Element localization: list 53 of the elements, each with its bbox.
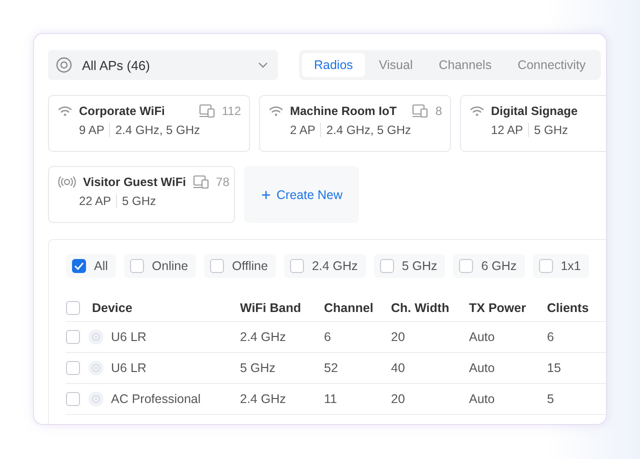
network-name: Corporate WiFi [79, 104, 166, 118]
network-name: Machine Room IoT [290, 104, 398, 118]
filter-chip[interactable]: 1x1 [532, 254, 589, 278]
table-cell-text: Auto [469, 330, 496, 344]
filter-chip[interactable]: 6 GHz [453, 254, 525, 278]
client-count: 78 [216, 175, 230, 189]
table-cell: AC Professional [111, 392, 201, 406]
table-cell-text: Auto [469, 361, 496, 375]
band-list: 5 GHz [534, 123, 568, 137]
table-cell-text: 6 [547, 330, 555, 344]
create-new-button[interactable]: Create New [244, 166, 359, 223]
network-name: Digital Signage [491, 104, 579, 118]
table-cell-text: 20 [391, 392, 406, 406]
ap-dropdown[interactable]: All APs (46) [48, 50, 278, 80]
column-header[interactable]: WiFi Band [240, 300, 324, 314]
table-cell: U6 LR [111, 361, 146, 375]
table-cell-text: 15 [547, 361, 562, 375]
network-card[interactable]: Visitor Guest WiFi 78 22 AP 5 GHz [48, 166, 235, 223]
table-cell-text: 2.4 GHz [240, 330, 287, 344]
column-header[interactable]: Device [92, 300, 240, 314]
table-cell-text: 5 [547, 392, 555, 406]
band-list: 2.4 GHz, 5 GHz [326, 123, 412, 137]
table-cell-text: 52 [324, 361, 339, 375]
filter-chip[interactable]: Online [124, 254, 196, 278]
ap-count: 12 AP [491, 123, 524, 137]
network-card[interactable]: Digital Signage 12 AP 5 GHz [460, 95, 606, 152]
band-list: 5 GHz [122, 194, 156, 208]
ap-count: 9 AP [79, 123, 104, 137]
table-cell-text: 5 GHz [240, 361, 276, 375]
band-list: 2.4 GHz, 5 GHz [115, 123, 200, 137]
ap-count: 2 AP [290, 123, 316, 137]
filter-chip[interactable]: Offline [204, 254, 276, 278]
table-cell-text: 2.4 GHz [240, 392, 287, 406]
column-header[interactable]: TX Power [469, 300, 547, 314]
table-cell-text: 20 [391, 330, 406, 344]
client-count: 112 [222, 104, 241, 118]
filter-chip[interactable]: All [66, 254, 116, 278]
table-cell-text: 6 [324, 330, 332, 344]
column-header[interactable]: Clients [547, 300, 606, 314]
tab[interactable]: Radios [302, 53, 365, 77]
network-card[interactable]: Corporate WiFi 112 9 AP 2.4 GHz, 5 GHz [48, 95, 250, 152]
client-count: 8 [435, 104, 442, 118]
table-cell-text: 40 [391, 361, 406, 375]
network-name: Visitor Guest WiFi [83, 175, 186, 189]
column-header[interactable]: Channel [324, 300, 391, 314]
network-card[interactable]: Machine Room IoT 8 2 AP 2.4 GHz, 5 GHz [259, 95, 451, 152]
table-cell-text: 11 [324, 392, 338, 406]
table-cell: U6 LR [111, 330, 146, 344]
column-header[interactable]: Ch. Width [391, 300, 469, 314]
table-cell-text: Auto [469, 392, 496, 406]
filter-chip[interactable]: 2.4 GHz [284, 254, 366, 278]
filter-chip[interactable]: 5 GHz [374, 254, 446, 278]
ap-count: 22 AP [79, 194, 112, 208]
